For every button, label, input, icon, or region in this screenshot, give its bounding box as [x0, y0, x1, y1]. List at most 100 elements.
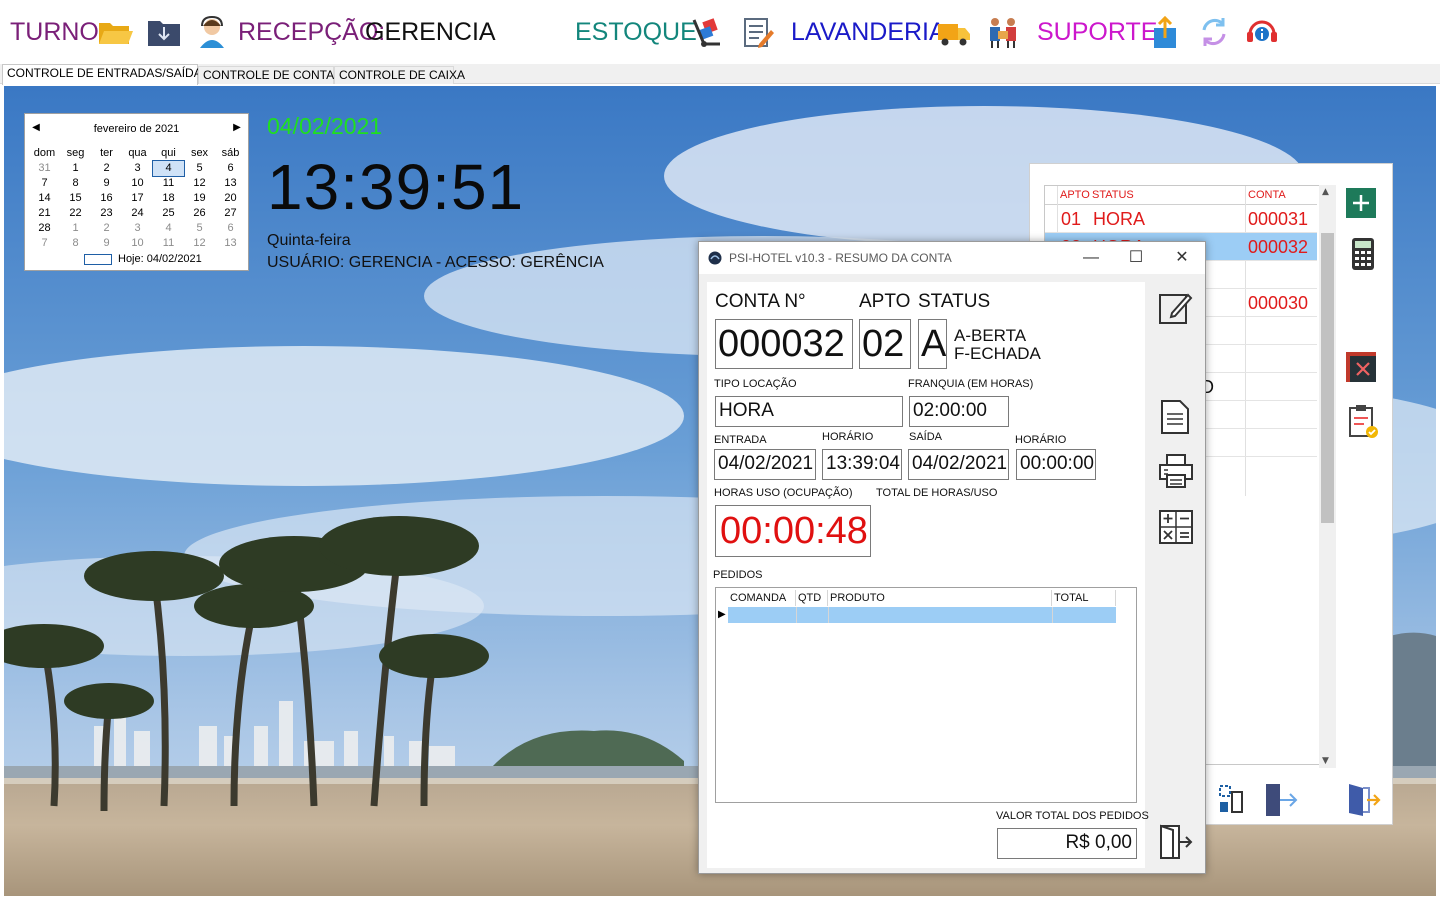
- pedidos-header-qtd[interactable]: QTD: [796, 590, 828, 606]
- calendar-day[interactable]: 6: [215, 161, 246, 176]
- calendar-day[interactable]: 8: [60, 176, 91, 191]
- inventory-checklist-icon[interactable]: [739, 14, 775, 50]
- exit-door-icon[interactable]: [1159, 824, 1193, 865]
- cancel-account-icon[interactable]: [1346, 350, 1380, 388]
- calendar-day[interactable]: 5: [184, 221, 215, 236]
- calendar-day[interactable]: 11: [153, 176, 184, 191]
- calendar-day[interactable]: 21: [29, 206, 60, 221]
- calendar-day[interactable]: 5: [184, 161, 215, 176]
- calendar-day[interactable]: 27: [215, 206, 246, 221]
- exit-arrow-icon[interactable]: [1264, 782, 1300, 822]
- calendar-day[interactable]: 22: [60, 206, 91, 221]
- calendar-day[interactable]: 1: [60, 161, 91, 176]
- sync-icon[interactable]: [1196, 14, 1232, 50]
- pedidos-grid[interactable]: COMANDA QTD PRODUTO TOTAL ▶: [715, 587, 1137, 803]
- calendar-day[interactable]: 10: [122, 236, 153, 251]
- calendar-day[interactable]: 4: [153, 221, 184, 236]
- support-headset-icon[interactable]: [1244, 14, 1280, 50]
- apto-field[interactable]: 02: [859, 319, 911, 369]
- calendar-today-link[interactable]: Hoje: 04/02/2021: [84, 253, 202, 265]
- printer-icon[interactable]: [1158, 453, 1194, 494]
- valor-total-field[interactable]: R$ 0,00: [997, 828, 1137, 859]
- calendar-day[interactable]: 23: [91, 206, 122, 221]
- calendar-day[interactable]: 25: [153, 206, 184, 221]
- calendar-day[interactable]: 3: [122, 221, 153, 236]
- menu-turno[interactable]: TURNO: [10, 16, 99, 48]
- calendar-day[interactable]: 9: [91, 236, 122, 251]
- hand-truck-icon[interactable]: [690, 14, 726, 50]
- document-icon[interactable]: [1160, 399, 1190, 440]
- entrada-date-field[interactable]: 04/02/2021: [714, 449, 816, 480]
- menu-lavanderia[interactable]: LAVANDERIA: [791, 16, 946, 48]
- calendar-day[interactable]: 13: [215, 236, 246, 251]
- calculator-icon[interactable]: [1158, 509, 1194, 550]
- grid-header-conta[interactable]: CONTA: [1248, 186, 1286, 204]
- calendar-day[interactable]: 24: [122, 206, 153, 221]
- tab-controle-caixa[interactable]: CONTROLE DE CAIXA: [334, 66, 465, 84]
- calendar-day[interactable]: 9: [91, 176, 122, 191]
- scrollbar-thumb[interactable]: [1321, 233, 1334, 523]
- transfer-room-icon[interactable]: [1218, 782, 1246, 820]
- grid-header-status[interactable]: STATUS: [1092, 186, 1134, 204]
- dialog-titlebar[interactable]: PSI-HOTEL v10.3 - RESUMO DA CONTA — ☐ ✕: [699, 242, 1205, 274]
- calendar-day[interactable]: 7: [29, 236, 60, 251]
- entrada-time-field[interactable]: 13:39:04: [822, 449, 902, 480]
- calendar-day[interactable]: 8: [60, 236, 91, 251]
- calendar-day[interactable]: 28: [29, 221, 60, 236]
- door-exit-icon[interactable]: [1345, 782, 1381, 822]
- delivery-truck-icon[interactable]: [936, 14, 972, 50]
- pedidos-header-produto[interactable]: PRODUTO: [828, 590, 1052, 606]
- menu-estoque[interactable]: ESTOQUE: [575, 16, 697, 48]
- calendar-day-today[interactable]: 4: [152, 160, 185, 177]
- grid-scrollbar[interactable]: ▲ ▼: [1319, 185, 1336, 768]
- calendar-day[interactable]: 10: [122, 176, 153, 191]
- calendar-day[interactable]: 11: [153, 236, 184, 251]
- calendar-day[interactable]: 17: [122, 191, 153, 206]
- pedidos-header-comanda[interactable]: COMANDA: [728, 590, 796, 606]
- receptionist-icon[interactable]: [194, 14, 230, 50]
- franquia-field[interactable]: 02:00:00: [909, 396, 1009, 427]
- people-boxes-icon[interactable]: [985, 14, 1021, 50]
- calendar-day[interactable]: 31: [29, 161, 60, 176]
- tab-controle-contas[interactable]: CONTROLE DE CONTAS: [198, 66, 342, 84]
- calendar-day[interactable]: 12: [184, 176, 215, 191]
- close-button[interactable]: ✕: [1168, 248, 1196, 268]
- menu-suporte[interactable]: SUPORTE: [1037, 16, 1157, 48]
- saida-date-field[interactable]: 04/02/2021: [908, 449, 1009, 480]
- calendar-day[interactable]: 19: [184, 191, 215, 206]
- calendar-day[interactable]: 26: [184, 206, 215, 221]
- saida-time-field[interactable]: 00:00:00: [1016, 449, 1096, 480]
- table-row[interactable]: 01 HORA 000031: [1045, 205, 1317, 233]
- calendar-day[interactable]: 1: [60, 221, 91, 236]
- table-row-selected[interactable]: [728, 607, 1116, 623]
- scroll-down-icon[interactable]: ▼: [1322, 756, 1329, 766]
- calendar-day[interactable]: 14: [29, 191, 60, 206]
- tipo-locacao-field[interactable]: HORA: [715, 396, 903, 427]
- upload-box-icon[interactable]: [1148, 14, 1184, 50]
- pedidos-header-total[interactable]: TOTAL: [1052, 590, 1116, 606]
- folder-open-icon[interactable]: [97, 14, 133, 50]
- edit-icon[interactable]: [1158, 289, 1194, 330]
- tab-controle-entradas-saidas[interactable]: CONTROLE DE ENTRADAS/SAÍDAS: [2, 64, 210, 85]
- calendar-day[interactable]: 15: [60, 191, 91, 206]
- calendar-day[interactable]: 2: [91, 161, 122, 176]
- calendar-day[interactable]: 16: [91, 191, 122, 206]
- menu-recepcao-label[interactable]: RECEPÇÃO:: [238, 16, 385, 48]
- calendar-day[interactable]: 20: [215, 191, 246, 206]
- calendar-day[interactable]: 2: [91, 221, 122, 236]
- calendar-day[interactable]: 12: [184, 236, 215, 251]
- calendar-day[interactable]: 6: [215, 221, 246, 236]
- add-account-icon[interactable]: [1346, 184, 1380, 222]
- conta-number-field[interactable]: 000032: [715, 319, 853, 369]
- minimize-button[interactable]: —: [1077, 248, 1105, 268]
- maximize-button[interactable]: ☐: [1122, 248, 1150, 268]
- folder-download-icon[interactable]: [146, 14, 182, 50]
- calendar-day[interactable]: 13: [215, 176, 246, 191]
- calendar-day[interactable]: 18: [153, 191, 184, 206]
- horas-uso-field[interactable]: 00:00:48: [715, 505, 871, 557]
- calendar-day[interactable]: 7: [29, 176, 60, 191]
- clipboard-check-icon[interactable]: [1346, 404, 1380, 444]
- month-calendar[interactable]: ◀ fevereiro de 2021 ▶ dom seg ter qua qu…: [24, 113, 249, 271]
- calculator-payment-icon[interactable]: [1346, 236, 1380, 276]
- calendar-day[interactable]: 3: [122, 161, 153, 176]
